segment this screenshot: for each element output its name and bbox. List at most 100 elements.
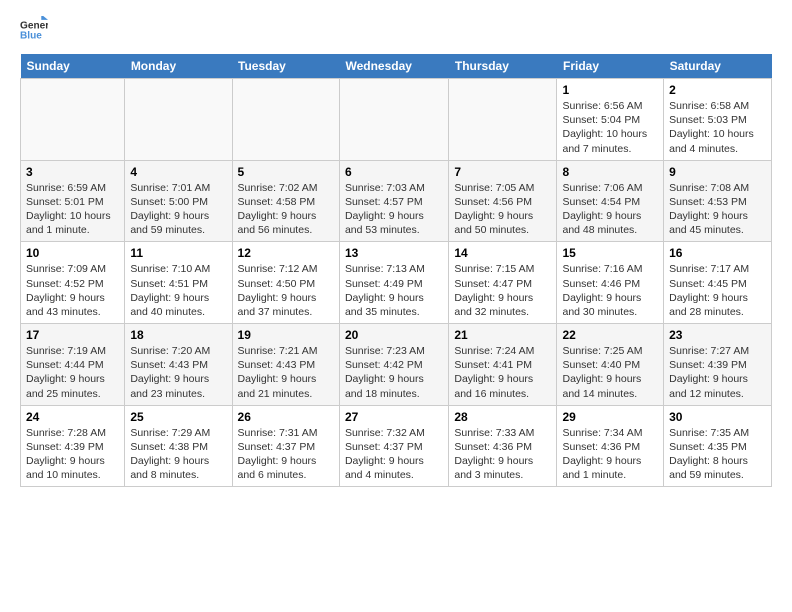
day-info: Sunrise: 7:10 AM Sunset: 4:51 PM Dayligh…	[130, 262, 226, 319]
day-number: 12	[238, 246, 334, 260]
day-number: 27	[345, 410, 443, 424]
calendar-table: SundayMondayTuesdayWednesdayThursdayFrid…	[20, 54, 772, 487]
day-cell: 7 Sunrise: 7:05 AM Sunset: 4:56 PM Daylig…	[449, 160, 557, 242]
day-number: 30	[669, 410, 766, 424]
day-cell: 22 Sunrise: 7:25 AM Sunset: 4:40 PM Dayli…	[557, 324, 664, 406]
col-header-monday: Monday	[125, 54, 232, 79]
day-cell: 4 Sunrise: 7:01 AM Sunset: 5:00 PM Daylig…	[125, 160, 232, 242]
day-cell: 19 Sunrise: 7:21 AM Sunset: 4:43 PM Dayli…	[232, 324, 339, 406]
day-info: Sunrise: 7:09 AM Sunset: 4:52 PM Dayligh…	[26, 262, 119, 319]
day-number: 26	[238, 410, 334, 424]
day-number: 19	[238, 328, 334, 342]
day-cell	[232, 79, 339, 161]
day-info: Sunrise: 7:28 AM Sunset: 4:39 PM Dayligh…	[26, 426, 119, 483]
day-number: 20	[345, 328, 443, 342]
week-row-3: 10 Sunrise: 7:09 AM Sunset: 4:52 PM Dayli…	[21, 242, 772, 324]
calendar-header-row: SundayMondayTuesdayWednesdayThursdayFrid…	[21, 54, 772, 79]
day-number: 17	[26, 328, 119, 342]
col-header-saturday: Saturday	[664, 54, 772, 79]
day-cell: 25 Sunrise: 7:29 AM Sunset: 4:38 PM Dayli…	[125, 405, 232, 487]
day-cell: 17 Sunrise: 7:19 AM Sunset: 4:44 PM Dayli…	[21, 324, 125, 406]
day-cell: 12 Sunrise: 7:12 AM Sunset: 4:50 PM Dayli…	[232, 242, 339, 324]
day-info: Sunrise: 7:06 AM Sunset: 4:54 PM Dayligh…	[562, 181, 658, 238]
day-number: 9	[669, 165, 766, 179]
day-cell: 2 Sunrise: 6:58 AM Sunset: 5:03 PM Daylig…	[664, 79, 772, 161]
day-number: 24	[26, 410, 119, 424]
day-cell: 30 Sunrise: 7:35 AM Sunset: 4:35 PM Dayli…	[664, 405, 772, 487]
day-info: Sunrise: 6:58 AM Sunset: 5:03 PM Dayligh…	[669, 99, 766, 156]
col-header-wednesday: Wednesday	[339, 54, 448, 79]
day-info: Sunrise: 7:17 AM Sunset: 4:45 PM Dayligh…	[669, 262, 766, 319]
day-number: 13	[345, 246, 443, 260]
day-cell	[449, 79, 557, 161]
day-cell	[339, 79, 448, 161]
day-cell: 29 Sunrise: 7:34 AM Sunset: 4:36 PM Dayli…	[557, 405, 664, 487]
day-info: Sunrise: 7:35 AM Sunset: 4:35 PM Dayligh…	[669, 426, 766, 483]
day-info: Sunrise: 7:25 AM Sunset: 4:40 PM Dayligh…	[562, 344, 658, 401]
day-number: 14	[454, 246, 551, 260]
week-row-4: 17 Sunrise: 7:19 AM Sunset: 4:44 PM Dayli…	[21, 324, 772, 406]
logo: General Blue	[20, 16, 52, 44]
col-header-tuesday: Tuesday	[232, 54, 339, 79]
day-cell: 15 Sunrise: 7:16 AM Sunset: 4:46 PM Dayli…	[557, 242, 664, 324]
day-cell: 9Sunrise: 7:08 AM Sunset: 4:53 PM Daylig…	[664, 160, 772, 242]
day-number: 11	[130, 246, 226, 260]
day-info: Sunrise: 7:23 AM Sunset: 4:42 PM Dayligh…	[345, 344, 443, 401]
day-number: 3	[26, 165, 119, 179]
col-header-sunday: Sunday	[21, 54, 125, 79]
day-info: Sunrise: 7:27 AM Sunset: 4:39 PM Dayligh…	[669, 344, 766, 401]
svg-text:General: General	[20, 20, 48, 31]
day-info: Sunrise: 7:15 AM Sunset: 4:47 PM Dayligh…	[454, 262, 551, 319]
day-cell: 28 Sunrise: 7:33 AM Sunset: 4:36 PM Dayli…	[449, 405, 557, 487]
day-info: Sunrise: 7:21 AM Sunset: 4:43 PM Dayligh…	[238, 344, 334, 401]
day-info: Sunrise: 7:02 AM Sunset: 4:58 PM Dayligh…	[238, 181, 334, 238]
svg-text:Blue: Blue	[20, 30, 42, 41]
day-number: 21	[454, 328, 551, 342]
day-info: Sunrise: 7:31 AM Sunset: 4:37 PM Dayligh…	[238, 426, 334, 483]
day-info: Sunrise: 7:13 AM Sunset: 4:49 PM Dayligh…	[345, 262, 443, 319]
day-info: Sunrise: 7:05 AM Sunset: 4:56 PM Dayligh…	[454, 181, 551, 238]
day-cell: 8Sunrise: 7:06 AM Sunset: 4:54 PM Daylig…	[557, 160, 664, 242]
day-cell: 6 Sunrise: 7:03 AM Sunset: 4:57 PM Daylig…	[339, 160, 448, 242]
day-cell: 5 Sunrise: 7:02 AM Sunset: 4:58 PM Daylig…	[232, 160, 339, 242]
day-cell: 27Sunrise: 7:32 AM Sunset: 4:37 PM Dayli…	[339, 405, 448, 487]
day-number: 22	[562, 328, 658, 342]
day-info: Sunrise: 6:56 AM Sunset: 5:04 PM Dayligh…	[562, 99, 658, 156]
page: General Blue SundayMondayTuesdayWednesda…	[0, 0, 792, 612]
week-row-1: 1Sunrise: 6:56 AM Sunset: 5:04 PM Daylig…	[21, 79, 772, 161]
day-number: 23	[669, 328, 766, 342]
day-info: Sunrise: 7:01 AM Sunset: 5:00 PM Dayligh…	[130, 181, 226, 238]
day-info: Sunrise: 7:19 AM Sunset: 4:44 PM Dayligh…	[26, 344, 119, 401]
day-info: Sunrise: 7:34 AM Sunset: 4:36 PM Dayligh…	[562, 426, 658, 483]
week-row-2: 3Sunrise: 6:59 AM Sunset: 5:01 PM Daylig…	[21, 160, 772, 242]
day-info: Sunrise: 7:16 AM Sunset: 4:46 PM Dayligh…	[562, 262, 658, 319]
day-number: 29	[562, 410, 658, 424]
day-cell: 10 Sunrise: 7:09 AM Sunset: 4:52 PM Dayli…	[21, 242, 125, 324]
week-row-5: 24 Sunrise: 7:28 AM Sunset: 4:39 PM Dayli…	[21, 405, 772, 487]
day-cell	[21, 79, 125, 161]
day-cell: 16Sunrise: 7:17 AM Sunset: 4:45 PM Dayli…	[664, 242, 772, 324]
day-info: Sunrise: 7:03 AM Sunset: 4:57 PM Dayligh…	[345, 181, 443, 238]
day-cell: 11 Sunrise: 7:10 AM Sunset: 4:51 PM Dayli…	[125, 242, 232, 324]
day-number: 4	[130, 165, 226, 179]
day-number: 15	[562, 246, 658, 260]
day-cell: 1Sunrise: 6:56 AM Sunset: 5:04 PM Daylig…	[557, 79, 664, 161]
day-number: 2	[669, 83, 766, 97]
day-number: 5	[238, 165, 334, 179]
day-number: 25	[130, 410, 226, 424]
day-number: 6	[345, 165, 443, 179]
col-header-friday: Friday	[557, 54, 664, 79]
day-info: Sunrise: 7:12 AM Sunset: 4:50 PM Dayligh…	[238, 262, 334, 319]
day-info: Sunrise: 7:33 AM Sunset: 4:36 PM Dayligh…	[454, 426, 551, 483]
day-cell: 13 Sunrise: 7:13 AM Sunset: 4:49 PM Dayli…	[339, 242, 448, 324]
day-cell: 14 Sunrise: 7:15 AM Sunset: 4:47 PM Dayli…	[449, 242, 557, 324]
day-number: 10	[26, 246, 119, 260]
header: General Blue	[20, 16, 772, 44]
day-cell: 26 Sunrise: 7:31 AM Sunset: 4:37 PM Dayli…	[232, 405, 339, 487]
day-cell: 18Sunrise: 7:20 AM Sunset: 4:43 PM Dayli…	[125, 324, 232, 406]
day-number: 28	[454, 410, 551, 424]
day-info: Sunrise: 7:29 AM Sunset: 4:38 PM Dayligh…	[130, 426, 226, 483]
logo-icon: General Blue	[20, 16, 48, 44]
day-number: 7	[454, 165, 551, 179]
day-cell: 20 Sunrise: 7:23 AM Sunset: 4:42 PM Dayli…	[339, 324, 448, 406]
